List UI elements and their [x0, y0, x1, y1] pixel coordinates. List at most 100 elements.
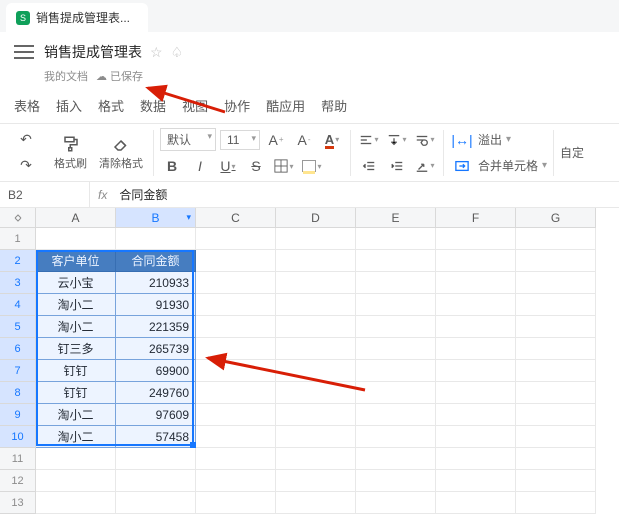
col-header-B[interactable]: B▾ — [116, 208, 196, 228]
row-header[interactable]: 11 — [0, 448, 36, 470]
row-header[interactable]: 3 — [0, 272, 36, 294]
cell[interactable] — [436, 492, 516, 514]
row-header[interactable]: 10 — [0, 426, 36, 448]
row-header[interactable]: 12 — [0, 470, 36, 492]
format-painter-button[interactable]: 格式刷 — [50, 131, 91, 175]
font-size-select[interactable]: 11 — [220, 130, 260, 150]
border-button[interactable]: ▾ — [272, 155, 296, 177]
strike-button[interactable]: S — [244, 155, 268, 177]
merge-icon[interactable] — [450, 155, 474, 177]
clear-format-button[interactable]: 清除格式 — [95, 131, 147, 175]
cell[interactable] — [436, 404, 516, 426]
cell[interactable] — [436, 426, 516, 448]
cell[interactable] — [436, 338, 516, 360]
cell[interactable] — [356, 272, 436, 294]
fill-color-button[interactable]: ▾ — [300, 155, 324, 177]
cell[interactable] — [196, 404, 276, 426]
col-header-A[interactable]: A — [36, 208, 116, 228]
formula-content[interactable]: 合同金额 — [115, 186, 171, 203]
font-size-up-icon[interactable]: A+ — [264, 129, 288, 151]
menu-coolapp[interactable]: 酷应用 — [266, 96, 305, 115]
cell[interactable]: 淘小二 — [36, 294, 116, 316]
cell[interactable]: 淘小二 — [36, 404, 116, 426]
menu-format[interactable]: 格式 — [98, 96, 124, 115]
cell[interactable] — [356, 426, 436, 448]
font-size-down-icon[interactable]: A- — [292, 129, 316, 151]
indent-left-icon[interactable] — [357, 155, 381, 177]
cell[interactable] — [436, 228, 516, 250]
cell[interactable]: 91930 — [116, 294, 196, 316]
cell[interactable] — [516, 404, 596, 426]
cell[interactable] — [36, 492, 116, 514]
valign-icon[interactable]: ▾ — [385, 129, 409, 151]
menu-data[interactable]: 数据 — [140, 96, 166, 115]
cell[interactable] — [196, 470, 276, 492]
row-header[interactable]: 13 — [0, 492, 36, 514]
cell[interactable] — [196, 492, 276, 514]
cell[interactable] — [276, 448, 356, 470]
cell[interactable]: 淘小二 — [36, 426, 116, 448]
overflow-label[interactable]: 溢出 — [478, 131, 502, 148]
cell[interactable] — [356, 470, 436, 492]
cell[interactable] — [196, 382, 276, 404]
cell[interactable] — [36, 228, 116, 250]
indent-right-icon[interactable] — [385, 155, 409, 177]
cell[interactable] — [116, 228, 196, 250]
cell[interactable] — [276, 228, 356, 250]
menu-table[interactable]: 表格 — [14, 96, 40, 115]
cell[interactable] — [516, 250, 596, 272]
cell[interactable] — [356, 228, 436, 250]
cell[interactable] — [516, 272, 596, 294]
cell[interactable] — [436, 448, 516, 470]
row-header[interactable]: 9 — [0, 404, 36, 426]
row-header[interactable]: 5 — [0, 316, 36, 338]
cell[interactable]: 69900 — [116, 360, 196, 382]
menu-insert[interactable]: 插入 — [56, 96, 82, 115]
cell[interactable] — [196, 448, 276, 470]
cell[interactable] — [276, 272, 356, 294]
cell[interactable]: 云小宝 — [36, 272, 116, 294]
cell[interactable] — [516, 448, 596, 470]
cell[interactable] — [356, 382, 436, 404]
cell[interactable] — [276, 426, 356, 448]
row-header[interactable]: 2 — [0, 250, 36, 272]
overflow-icon[interactable]: |↔| — [450, 129, 474, 151]
merge-label[interactable]: 合并单元格 — [478, 157, 538, 174]
undo-icon[interactable]: ↶ — [14, 129, 38, 151]
cell[interactable] — [196, 272, 276, 294]
cell[interactable]: 210933 — [116, 272, 196, 294]
wrap-icon[interactable]: ▾ — [413, 129, 437, 151]
cell[interactable]: 265739 — [116, 338, 196, 360]
cell[interactable] — [36, 448, 116, 470]
bell-icon[interactable]: ♤ — [171, 44, 184, 61]
col-header-G[interactable]: G — [516, 208, 596, 228]
cell[interactable] — [436, 294, 516, 316]
cell[interactable]: 57458 — [116, 426, 196, 448]
cell[interactable] — [436, 470, 516, 492]
cell[interactable] — [276, 404, 356, 426]
cell[interactable] — [276, 250, 356, 272]
cell[interactable] — [276, 492, 356, 514]
fx-icon[interactable]: fx — [90, 188, 115, 202]
cell[interactable] — [436, 250, 516, 272]
cell[interactable] — [516, 470, 596, 492]
cell[interactable] — [196, 294, 276, 316]
font-family-select[interactable]: 默认 — [160, 128, 216, 151]
row-header[interactable]: 6 — [0, 338, 36, 360]
cell[interactable]: 淘小二 — [36, 316, 116, 338]
cell[interactable] — [116, 492, 196, 514]
cell[interactable] — [276, 338, 356, 360]
cell[interactable]: 221359 — [116, 316, 196, 338]
cell[interactable] — [276, 316, 356, 338]
cell[interactable] — [516, 316, 596, 338]
cell[interactable] — [516, 294, 596, 316]
row-header[interactable]: 7 — [0, 360, 36, 382]
cell[interactable] — [516, 382, 596, 404]
doc-location[interactable]: 我的文档 — [44, 68, 88, 84]
cell[interactable] — [436, 382, 516, 404]
star-icon[interactable]: ☆ — [150, 44, 163, 61]
font-color-button[interactable]: A▾ — [320, 129, 344, 151]
underline-button[interactable]: U▾ — [216, 155, 240, 177]
cell[interactable]: 合同金额 — [116, 250, 196, 272]
custom-label[interactable]: 自定 — [560, 144, 584, 161]
